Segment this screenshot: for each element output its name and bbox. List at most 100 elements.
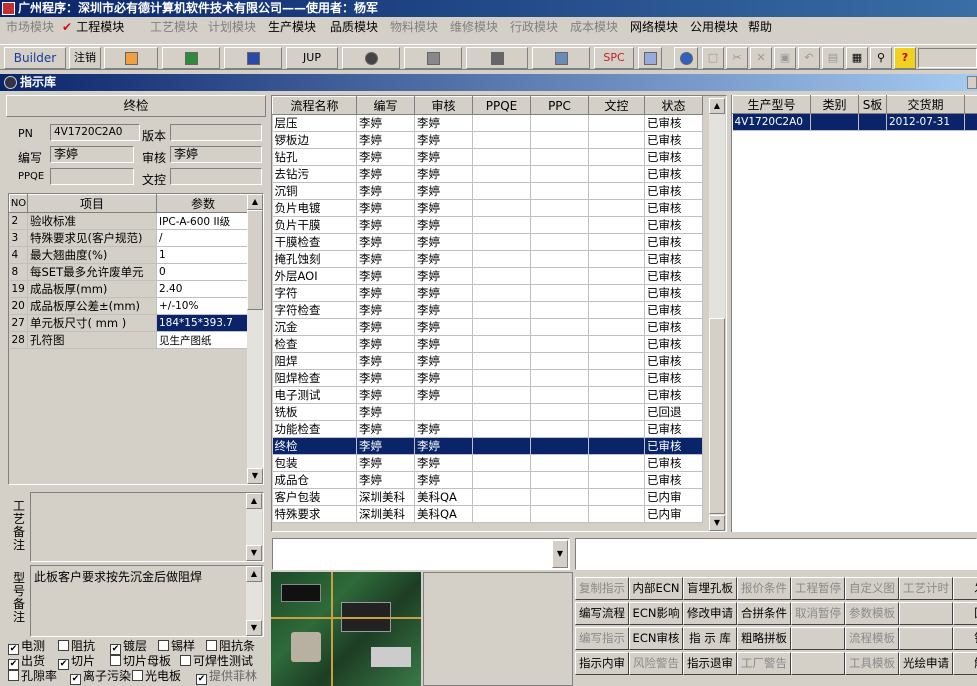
process-cell[interactable]: 李婷	[356, 335, 415, 353]
process-row[interactable]: 功能检查 李婷 李婷 已审核	[272, 420, 703, 438]
params-cell-no[interactable]: 20	[9, 297, 28, 315]
option-checkbox[interactable]: ✔ 切片	[58, 655, 95, 670]
menu-item-4[interactable]: 生产模块	[268, 17, 316, 37]
cut-icon[interactable]: ✂	[726, 47, 748, 69]
action-button[interactable]	[899, 602, 953, 625]
option-checkbox[interactable]: 锡样	[158, 640, 195, 653]
process-cell[interactable]: 掩孔蚀刻	[272, 250, 357, 268]
process-header[interactable]: 状态	[644, 96, 703, 115]
model-header[interactable]: 交货期	[886, 95, 965, 114]
ppt-icon[interactable]	[104, 47, 158, 69]
action-button[interactable]	[791, 627, 845, 650]
control-field[interactable]	[170, 168, 262, 185]
action-button[interactable]: 回	[953, 602, 977, 625]
process-cell[interactable]: 特殊要求	[272, 505, 357, 523]
calendar-icon[interactable]	[638, 47, 662, 69]
process-cell[interactable]: 美科QA	[414, 505, 473, 523]
process-cell[interactable]	[472, 267, 531, 285]
process-cell[interactable]	[588, 250, 645, 268]
process-cell[interactable]: 负片电镀	[272, 199, 357, 217]
process-cell[interactable]: 终检	[272, 437, 357, 455]
preview-icon[interactable]: ▤	[822, 47, 844, 69]
model-cell[interactable]: 2012-07-31	[886, 113, 965, 131]
process-cell[interactable]: 铣板	[272, 403, 357, 421]
process-cell[interactable]	[530, 131, 589, 149]
process-cell[interactable]: 深圳美科	[356, 505, 415, 523]
process-cell[interactable]: 李婷	[356, 318, 415, 336]
process-header[interactable]: PPC	[530, 96, 589, 115]
model-row[interactable]: 4V1720C2A0 2012-07-31	[732, 113, 977, 131]
process-cell[interactable]: 李婷	[356, 301, 415, 319]
bottom-input-right[interactable]	[575, 538, 977, 570]
process-cell[interactable]	[588, 437, 645, 455]
delete-icon[interactable]: ✕	[750, 47, 772, 69]
process-cell[interactable]: 阻焊检查	[272, 369, 357, 387]
process-cell[interactable]: 已审核	[644, 284, 703, 302]
params-header-no[interactable]: NO	[9, 194, 28, 213]
process-row[interactable]: 沉铜 李婷 李婷 已审核	[272, 182, 703, 200]
process-cell[interactable]	[530, 165, 589, 183]
params-cell-item[interactable]: 成品板厚(mm)	[27, 280, 157, 298]
process-row[interactable]: 客户包装 深圳美科 美科QA 已内审	[272, 488, 703, 506]
params-cell-value[interactable]: 184*15*393.7	[156, 314, 250, 332]
process-header[interactable]: PPQE	[472, 96, 531, 115]
params-cell-no[interactable]: 19	[9, 280, 28, 298]
params-cell-no[interactable]: 3	[9, 229, 28, 247]
menu-item-2[interactable]: 工艺模块	[150, 17, 198, 37]
menu-item-1[interactable]: ✔ 工程模块	[62, 17, 124, 37]
bottom-combo-left[interactable]: ▼	[272, 538, 570, 570]
scroll-down-icon[interactable]: ▼	[246, 620, 262, 636]
find-icon[interactable]: ⚲	[870, 47, 892, 69]
process-cell[interactable]	[588, 182, 645, 200]
params-cell-value[interactable]: +/-10%	[156, 297, 250, 315]
process-cell[interactable]	[530, 267, 589, 285]
new-icon[interactable]: □	[702, 47, 724, 69]
process-cell[interactable]	[472, 488, 531, 506]
process-cell[interactable]	[588, 284, 645, 302]
process-cell[interactable]: 美科QA	[414, 488, 473, 506]
action-button[interactable]: 报价条件	[737, 577, 791, 600]
params-row[interactable]: 28 孔符图 见生产图纸	[9, 331, 250, 349]
process-cell[interactable]	[588, 148, 645, 166]
process-cell[interactable]: 去钻污	[272, 165, 357, 183]
params-cell-no[interactable]: 28	[9, 331, 28, 349]
word-icon[interactable]	[224, 47, 282, 69]
process-cell[interactable]	[530, 335, 589, 353]
process-row[interactable]: 干膜检查 李婷 李婷 已审核	[272, 233, 703, 251]
process-row[interactable]: 沉金 李婷 李婷 已审核	[272, 318, 703, 336]
process-row[interactable]: 锣板边 李婷 李婷 已审核	[272, 131, 703, 149]
params-cell-value[interactable]: 0	[156, 263, 250, 281]
process-cell[interactable]: 李婷	[414, 369, 473, 387]
params-row[interactable]: 3 特殊要求见(客户规范) /	[9, 229, 250, 247]
process-cell[interactable]	[472, 386, 531, 404]
process-cell[interactable]: 李婷	[414, 420, 473, 438]
checkbox-box[interactable]: ✔	[8, 644, 19, 655]
process-cell[interactable]: 李婷	[414, 437, 473, 455]
process-cell[interactable]: 李婷	[356, 199, 415, 217]
process-cell[interactable]: 已内审	[644, 505, 703, 523]
checkbox-box[interactable]	[8, 670, 19, 681]
process-row[interactable]: 阻焊 李婷 李婷 已审核	[272, 352, 703, 370]
save-icon[interactable]: ▣	[774, 47, 796, 69]
process-cell[interactable]	[588, 488, 645, 506]
process-cell[interactable]: 已审核	[644, 148, 703, 166]
process-cell[interactable]: 已审核	[644, 318, 703, 336]
ppqe-field[interactable]	[50, 168, 134, 185]
action-button[interactable]: 指 示 库	[683, 627, 737, 650]
checkbox-box[interactable]	[58, 640, 69, 651]
process-cell[interactable]: 已审核	[644, 420, 703, 438]
action-button[interactable]: 风险警告	[629, 652, 683, 675]
process-cell[interactable]: 李婷	[414, 148, 473, 166]
params-cell-no[interactable]: 8	[9, 263, 28, 281]
process-cell[interactable]	[472, 301, 531, 319]
process-cell[interactable]	[472, 284, 531, 302]
option-checkbox[interactable]: 阻抗条	[206, 640, 255, 653]
action-button[interactable]: 光绘申请	[899, 652, 953, 675]
process-cell[interactable]: 李婷	[356, 114, 415, 132]
process-cell[interactable]: 字符	[272, 284, 357, 302]
process-cell[interactable]	[588, 301, 645, 319]
process-cell[interactable]: 已审核	[644, 267, 703, 285]
process-cell[interactable]	[588, 471, 645, 489]
scroll-down-icon[interactable]: ▼	[247, 468, 263, 484]
process-cell[interactable]: 李婷	[356, 148, 415, 166]
